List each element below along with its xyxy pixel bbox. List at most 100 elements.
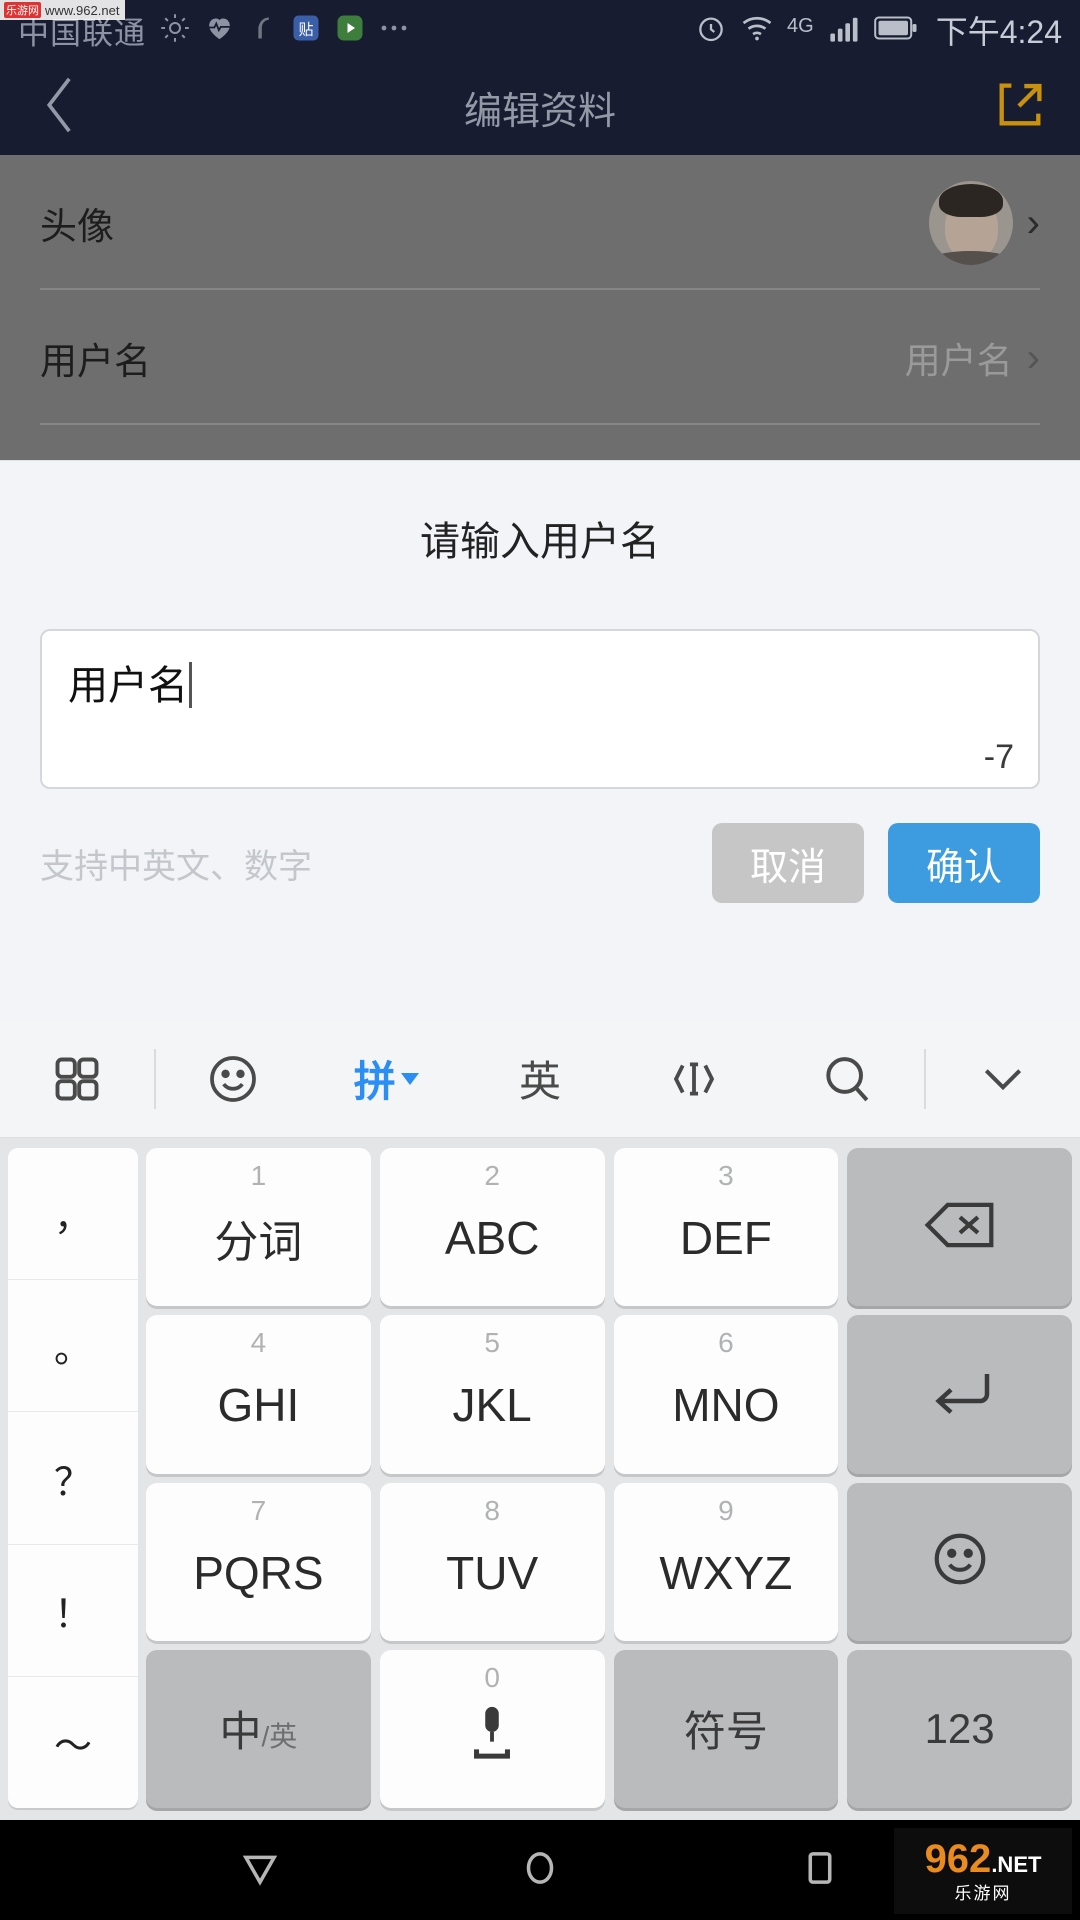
key-2-abc[interactable]: 2 ABC [379,1148,605,1307]
chevron-right-icon: › [1026,335,1040,380]
char-counter: -7 [983,738,1014,776]
key-9-wxyz[interactable]: 9 WXYZ [613,1482,839,1641]
status-bar-right: 4G 下午4:24 [695,7,1062,53]
svg-text:贴: 贴 [298,20,313,38]
chevron-down-icon [400,1072,419,1085]
username-input[interactable]: 用户名 -7 [40,629,1040,789]
key-label: TUV [446,1546,539,1599]
play-app-icon [335,13,365,48]
backspace-key[interactable] [847,1148,1072,1307]
watermark-bottom: 962.NET 乐游网 [894,1828,1072,1914]
collapse-keyboard-icon[interactable] [926,1059,1080,1099]
enter-key[interactable] [847,1315,1072,1474]
key-question[interactable]: ？ [8,1412,138,1545]
emoji-key[interactable] [847,1482,1072,1641]
emoji-icon[interactable] [156,1051,310,1107]
key-label: ABC [444,1212,540,1265]
page-title: 编辑资料 [463,91,616,133]
key-4-ghi[interactable]: 4 GHI [146,1315,371,1474]
key-label: WXYZ [659,1546,793,1599]
signal-icon [827,13,861,48]
watermark-top: 乐游网 www.962.net [0,0,126,20]
key-label: 分词 [214,1218,303,1268]
pinyin-mode-button[interactable]: 拼 [309,1048,463,1109]
keyboard-body: ， 。 ？ ！ ～ 1 分词 2 ABC 3 DEF 4 GHI 5 JKL 6… [0,1138,1080,1820]
numbers-key[interactable]: 123 [847,1649,1072,1808]
key-label: 123 [924,1704,995,1752]
text-caret [189,662,192,708]
key-number: 0 [484,1661,500,1693]
key-label: MNO [672,1379,780,1432]
share-button[interactable] [960,77,1080,138]
row-value-area: › [928,180,1040,265]
emoji-icon [929,1528,991,1595]
english-mode-button[interactable]: 英 [463,1048,617,1109]
row-value: 用户名 [904,339,1013,381]
grid-icon[interactable] [0,1053,154,1105]
back-button[interactable] [0,73,120,142]
key-tilde[interactable]: ～ [8,1677,138,1808]
battery-icon [873,14,918,47]
input-dialog: 请输入用户名 用户名 -7 支持中英文、数字 取消 确认 [0,460,1080,1020]
watermark-logo: 962.NET [925,1839,1042,1879]
english-mode-label: 英 [519,1058,562,1105]
punctuation-column: ， 。 ？ ！ ～ [8,1148,138,1808]
list-row-signature[interactable]: 个性签名 个性签名 › [0,425,1080,460]
input-hint: 支持中英文、数字 [40,847,312,886]
space-key[interactable]: 0 [379,1649,605,1808]
key-number: 7 [250,1494,267,1526]
recents-square-icon[interactable] [797,1845,843,1896]
pinyin-mode-label: 拼 [353,1058,396,1105]
heart-rate-icon [204,12,235,48]
key-number: 2 [484,1160,500,1191]
tie-app-icon: 贴 [291,13,321,48]
enter-icon [924,1364,996,1425]
lang-secondary: /英 [261,1721,298,1753]
watermark-site: www.962.net [45,2,120,18]
avatar [928,180,1013,265]
key-6-mno[interactable]: 6 MNO [613,1315,839,1474]
list-row-avatar[interactable]: 头像 › [0,155,1080,290]
watermark-number: 962 [924,1836,992,1881]
input-value: 用户名 [68,664,188,708]
key-label: DEF [679,1212,772,1265]
key-5-jkl[interactable]: 5 JKL [379,1315,605,1474]
key-1-fenci[interactable]: 1 分词 [146,1148,371,1307]
key-number: 3 [718,1160,734,1191]
backspace-icon [922,1197,998,1258]
list-row-username[interactable]: 用户名 用户名 › [0,290,1080,425]
key-label: 符号 [683,1708,768,1756]
microphone-icon [465,1703,519,1761]
cursor-move-icon[interactable] [617,1052,771,1106]
key-number: 6 [718,1327,734,1359]
chevron-right-icon: › [1026,200,1040,245]
confirm-button[interactable]: 确认 [888,823,1040,903]
key-number: 5 [484,1327,500,1359]
key-label: JKL [452,1379,532,1432]
key-8-tuv[interactable]: 8 TUV [379,1482,605,1641]
key-period[interactable]: 。 [8,1280,138,1413]
language-toggle-key[interactable]: 中/英 [146,1649,371,1808]
key-label: GHI [217,1379,300,1432]
key-7-pqrs[interactable]: 7 PQRS [146,1482,371,1641]
key-exclamation[interactable]: ！ [8,1545,138,1677]
alarm-icon [695,12,727,49]
back-triangle-icon[interactable] [237,1845,283,1896]
key-label: PQRS [193,1546,324,1599]
keyboard: 拼 英 ， 。 ？ ！ ～ 1 分词 2 ABC 3 DEF 4 GHI 5 J… [0,1020,1080,1820]
key-3-def[interactable]: 3 DEF [613,1148,839,1307]
key-comma[interactable]: ， [8,1148,138,1281]
network-label: 4G [787,15,814,37]
watermark-net: .NET [991,1851,1042,1877]
network-type-label: 4G [787,15,814,45]
symbols-key[interactable]: 符号 [613,1649,839,1808]
key-number: 8 [484,1494,500,1526]
brightness-icon [160,13,190,48]
cancel-button[interactable]: 取消 [712,823,864,903]
chevron-left-icon [40,73,80,142]
key-number: 1 [250,1160,267,1191]
dialog-footer: 支持中英文、数字 取消 确认 [40,823,1040,903]
watermark-cn: 乐游网 [954,1883,1012,1903]
search-icon[interactable] [771,1051,925,1107]
home-circle-icon[interactable] [517,1845,563,1896]
